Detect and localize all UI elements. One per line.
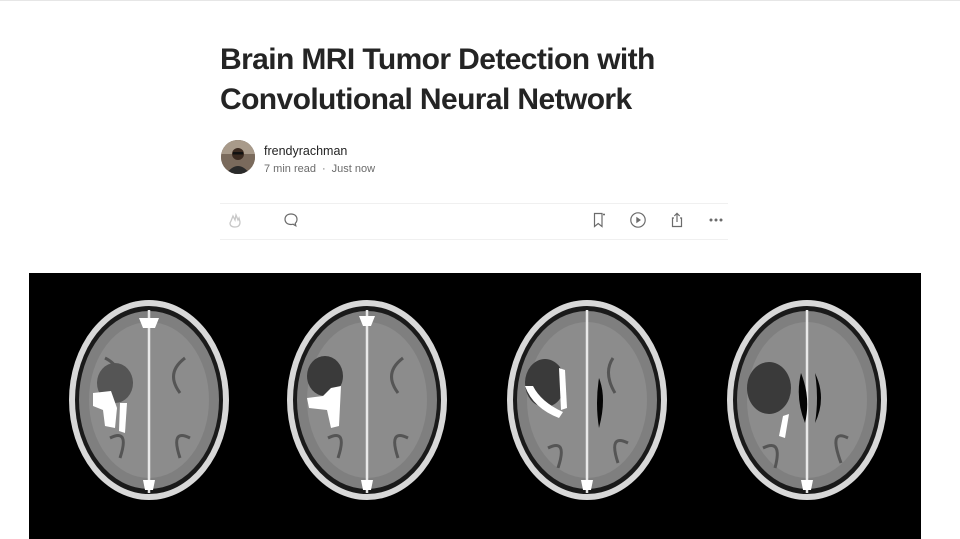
comment-icon [282,211,300,234]
mri-scan-1 [69,300,229,500]
avatar[interactable] [221,140,255,174]
share-button[interactable] [667,211,687,234]
mri-scan-3 [507,300,667,500]
action-bar [220,203,728,240]
read-time: 7 min read [264,163,316,175]
comment-button[interactable] [281,212,301,232]
clap-icon [226,211,244,234]
meta-separator: · [321,163,326,175]
publish-time: Just now [331,163,376,175]
more-icon [707,211,725,234]
mri-scan-2 [287,300,447,500]
listen-button[interactable] [628,211,648,234]
title-line-2: Convolutional Neural Network [220,83,632,116]
title-line-1: Brain MRI Tumor Detection with [220,43,655,76]
mri-scan-4 [727,300,887,500]
article-title: Brain MRI Tumor Detection with Convoluti… [220,40,740,120]
bookmark-button[interactable] [589,212,609,232]
article-meta: 7 min read · Just now [264,163,375,175]
clap-button[interactable] [225,212,245,232]
share-icon [668,211,686,234]
article-hero-image [29,273,921,539]
top-divider [0,0,960,1]
bookmark-icon [590,211,608,234]
play-icon [629,211,647,234]
more-button[interactable] [706,212,726,232]
author-name[interactable]: frendyrachman [264,144,347,158]
